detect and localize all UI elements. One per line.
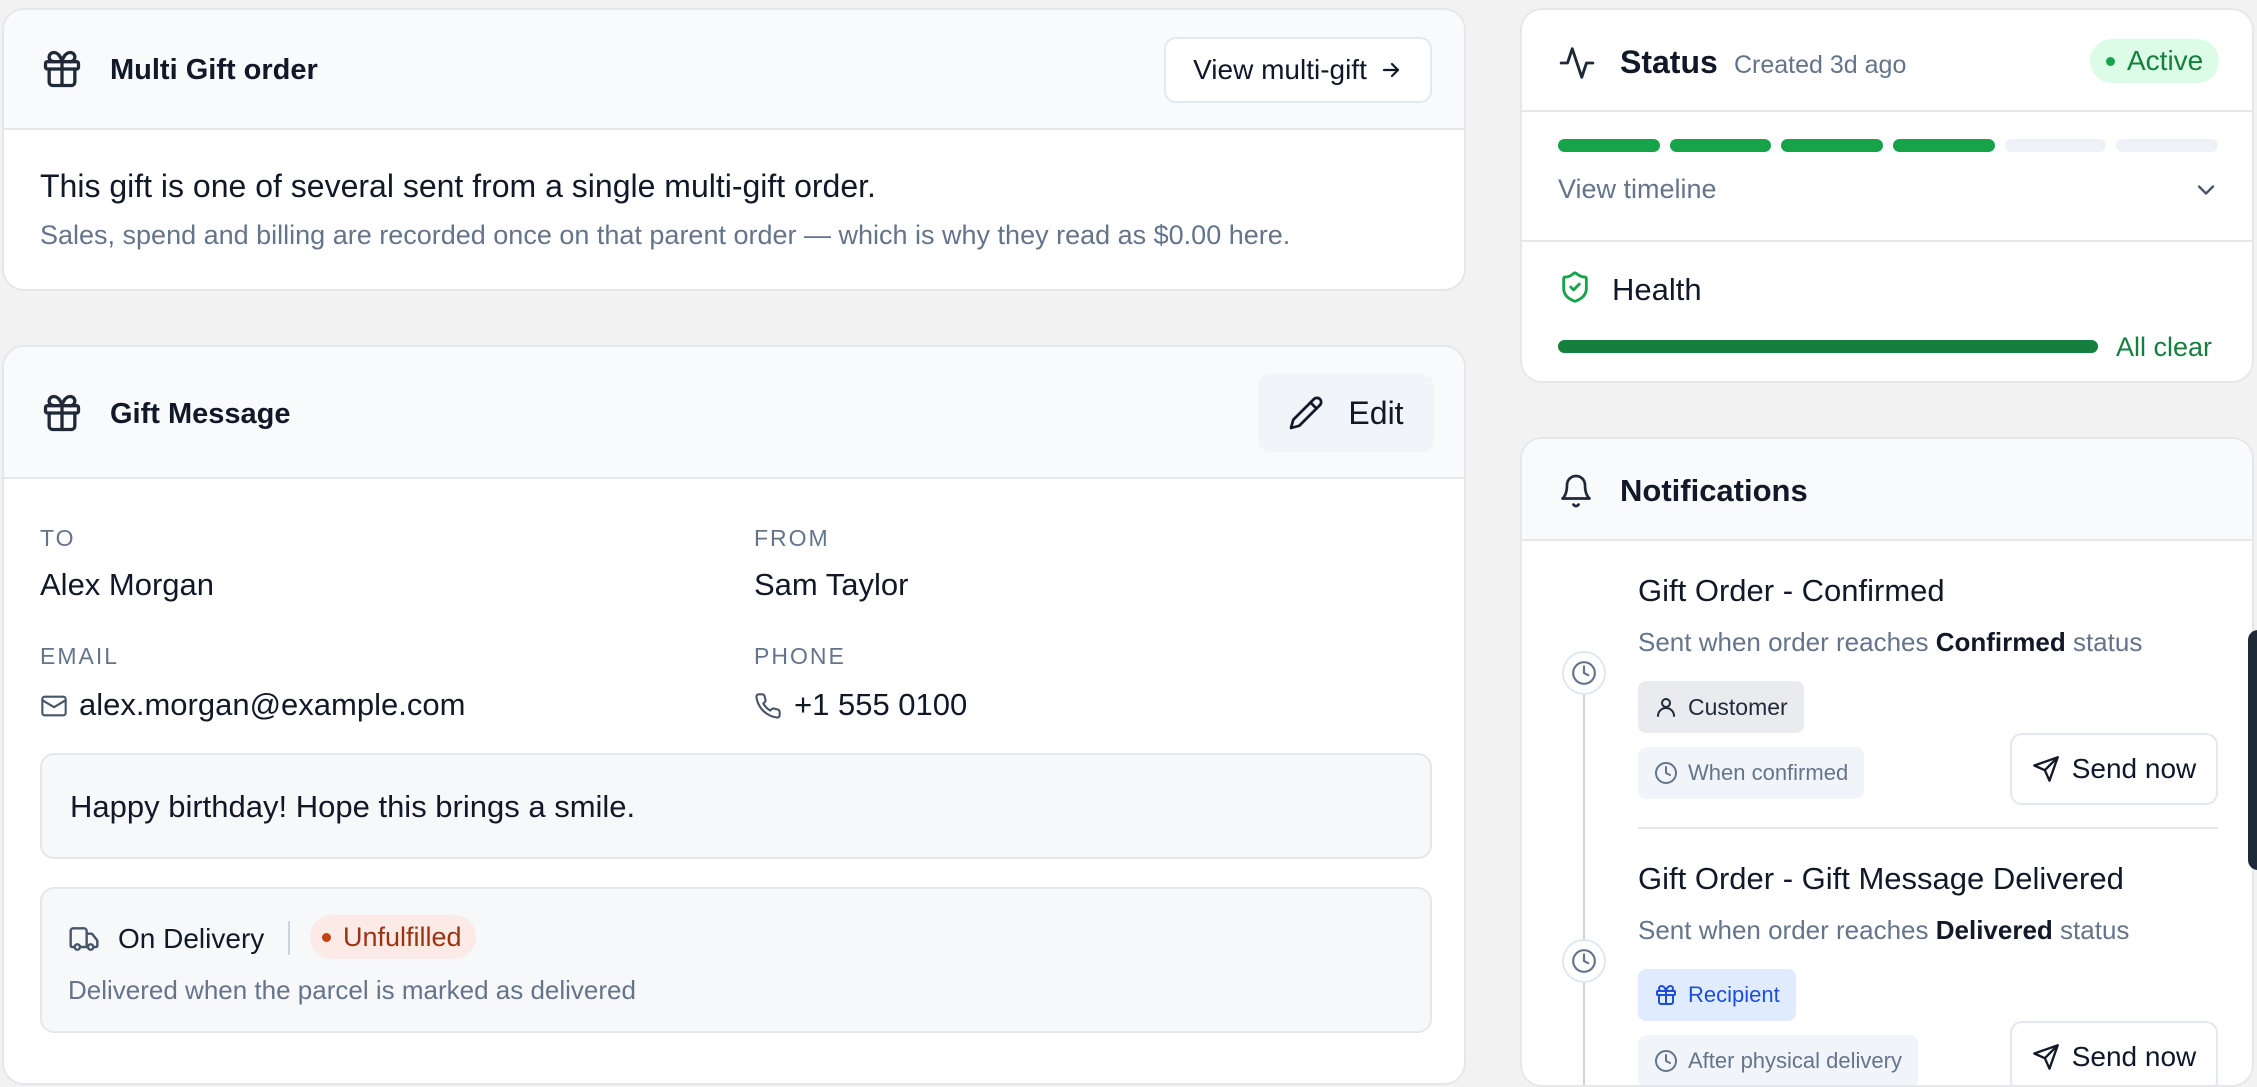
- notification-title: Gift Order - Confirmed: [1638, 573, 1945, 608]
- desc-strong: Delivered: [1935, 915, 2053, 945]
- progress-bar: [1558, 139, 2218, 152]
- gift-icon: [40, 47, 84, 91]
- divider: [288, 921, 290, 955]
- progress-segment: [1781, 139, 1883, 152]
- audience-label: Recipient: [1688, 982, 1780, 1007]
- phone-label: PHONE: [754, 643, 846, 669]
- email-label: EMAIL: [40, 643, 120, 669]
- clock-timeline-icon: [1562, 939, 1606, 983]
- from-label: FROM: [754, 525, 830, 551]
- user-icon: [1657, 698, 1675, 717]
- send-icon: [2032, 756, 2059, 782]
- status-dot: [2106, 56, 2115, 66]
- unfulfilled-badge: Unfulfilled: [310, 915, 476, 959]
- clock-timeline-icon: [1562, 651, 1606, 695]
- gift-message-title: Gift Message: [110, 398, 291, 430]
- active-badge: Active: [2090, 39, 2220, 83]
- health-bar-fill: [1558, 340, 2098, 353]
- send-now-button[interactable]: Send now: [2010, 1021, 2218, 1085]
- send-now-label: Send now: [2071, 753, 2197, 784]
- from-value: Sam Taylor: [754, 567, 909, 602]
- progress-segment: [2004, 139, 2107, 152]
- delivery-label: On Delivery: [118, 923, 265, 954]
- edit-label: Edit: [1348, 394, 1404, 431]
- notifications-card: Notifications Gift Order - Confirmed Sen…: [1520, 437, 2254, 1087]
- delivery-note: Delivered when the parcel is marked as d…: [68, 975, 636, 1005]
- gift-icon: [40, 391, 84, 435]
- trigger-label: When confirmed: [1688, 760, 1849, 785]
- mail-icon: [40, 692, 68, 720]
- activity-icon: [1558, 44, 1596, 82]
- gift-message-text: Happy birthday! Hope this brings a smile…: [70, 789, 636, 824]
- clock-icon: [1655, 762, 1677, 784]
- shield-check-icon: [1558, 270, 1592, 304]
- desc-strong: Confirmed: [1935, 627, 2066, 657]
- multi-gift-subtext: Sales, spend and billing are recorded on…: [40, 220, 1291, 250]
- notification-item: Gift Order - Confirmed Sent when order r…: [1522, 541, 2252, 829]
- desc-prefix: Sent when order reaches: [1638, 627, 1936, 657]
- chevron-down-icon[interactable]: [2192, 176, 2220, 204]
- multi-gift-title: Multi Gift order: [110, 54, 318, 86]
- clock-icon: [1655, 1050, 1677, 1072]
- status-title: Status: [1620, 44, 1718, 80]
- notification-desc: Sent when order reaches Confirmed status: [1638, 627, 2142, 658]
- multi-gift-card: Multi Gift order View multi-gift This gi…: [2, 8, 1466, 291]
- notifications-title: Notifications: [1620, 473, 1808, 508]
- send-now-button[interactable]: Send now: [2010, 733, 2218, 805]
- arrow-right-icon: [1379, 58, 1403, 82]
- progress-section: View timeline: [1522, 112, 2252, 242]
- phone-icon: [754, 692, 782, 720]
- health-bar-track: [1558, 340, 2098, 353]
- notification-desc: Sent when order reaches Delivered status: [1638, 915, 2129, 946]
- side-panel-handle[interactable]: [2248, 630, 2257, 870]
- health-section: Health All clear: [1522, 242, 2252, 381]
- notification-title: Gift Order - Gift Message Delivered: [1638, 861, 2124, 896]
- pencil-icon: [1288, 395, 1324, 431]
- bell-icon: [1558, 473, 1594, 509]
- trigger-chip: After physical delivery: [1638, 1035, 1918, 1085]
- view-multi-gift-label: View multi-gift: [1193, 54, 1367, 85]
- view-timeline-link[interactable]: View timeline: [1558, 174, 1717, 205]
- to-value: Alex Morgan: [40, 567, 215, 602]
- progress-segment: [1558, 139, 1660, 152]
- desc-suffix: status: [2065, 627, 2143, 657]
- progress-segment: [2116, 139, 2218, 152]
- edit-button[interactable]: Edit: [1258, 374, 1434, 452]
- progress-segment: [1669, 139, 1772, 152]
- to-label: TO: [40, 525, 76, 551]
- gift-icon: [1656, 985, 1676, 1005]
- gift-message-card: Gift Message Edit TO Alex Morgan FROM Sa…: [2, 345, 1466, 1085]
- audience-label: Customer: [1688, 693, 1788, 720]
- multi-gift-header: Multi Gift order View multi-gift: [4, 10, 1464, 130]
- status-dot: [322, 932, 331, 942]
- view-multi-gift-button[interactable]: View multi-gift: [1164, 37, 1432, 103]
- notifications-header: Notifications: [1522, 439, 2252, 541]
- desc-suffix: status: [2052, 915, 2130, 945]
- active-label: Active: [2127, 45, 2204, 76]
- health-title: Health: [1612, 272, 1702, 307]
- gift-message-header: Gift Message Edit: [4, 347, 1464, 479]
- phone-value[interactable]: +1 555 0100: [794, 687, 967, 723]
- progress-segment: [1893, 139, 1995, 152]
- notification-item: Gift Order - Gift Message Delivered Sent…: [1522, 829, 2252, 1085]
- send-now-label: Send now: [2071, 1041, 2197, 1072]
- status-header: Status Created 3d ago Active: [1522, 10, 2252, 112]
- created-time: Created 3d ago: [1734, 51, 1907, 79]
- audience-chip: Recipient: [1638, 969, 1796, 1021]
- desc-prefix: Sent when order reaches: [1638, 915, 1936, 945]
- truck-icon: [68, 923, 100, 955]
- trigger-label: After physical delivery: [1688, 1048, 1902, 1073]
- health-text: All clear: [2116, 332, 2213, 362]
- email-value[interactable]: alex.morgan@example.com: [79, 687, 465, 723]
- unfulfilled-label: Unfulfilled: [343, 921, 462, 952]
- gift-message-box: Happy birthday! Hope this brings a smile…: [40, 753, 1432, 859]
- multi-gift-headline: This gift is one of several sent from a …: [40, 168, 876, 204]
- delivery-box: On Delivery Unfulfilled Delivered when t…: [40, 887, 1432, 1033]
- status-card: Status Created 3d ago Active View timeli…: [1520, 8, 2254, 383]
- audience-chip: Customer: [1638, 681, 1804, 733]
- trigger-chip: When confirmed: [1638, 747, 1865, 799]
